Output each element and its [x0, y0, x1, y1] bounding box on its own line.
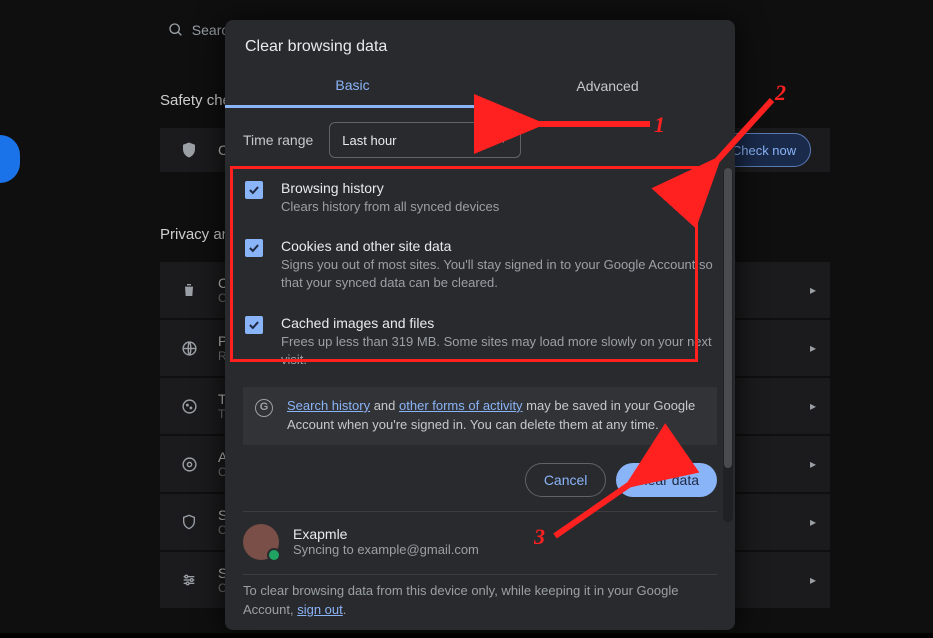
checkbox-browsing-history[interactable]	[245, 181, 263, 199]
security-icon	[178, 456, 200, 473]
option-title: Browsing history	[281, 180, 499, 196]
clear-data-button[interactable]: Clear data	[616, 463, 717, 497]
google-icon: G	[255, 399, 273, 417]
time-range-row: Time range Last hour ▼	[243, 122, 717, 158]
link-sign-out[interactable]: sign out	[297, 602, 343, 617]
clear-browsing-data-dialog: Clear browsing data Basic Advanced Time …	[225, 20, 735, 630]
chevron-down-icon: ▼	[498, 135, 508, 146]
dialog-buttons: Cancel Clear data	[225, 445, 735, 511]
link-search-history[interactable]: Search history	[287, 398, 370, 413]
chevron-right-icon: ▸	[810, 283, 816, 297]
option-cookies: Cookies and other site data Signs you ou…	[243, 230, 717, 306]
sidebar-active-indicator	[0, 135, 20, 183]
globe-icon	[178, 340, 200, 357]
dialog-body: Time range Last hour ▼ Browsing history …	[225, 108, 735, 445]
tune-icon	[178, 572, 200, 588]
account-row: Exapmle Syncing to example@gmail.com	[225, 512, 735, 574]
link-other-activity[interactable]: other forms of activity	[399, 398, 523, 413]
chevron-right-icon: ▸	[810, 399, 816, 413]
avatar	[243, 524, 279, 560]
cancel-button[interactable]: Cancel	[525, 463, 607, 497]
option-cache: Cached images and files Frees up less th…	[243, 307, 717, 383]
search-icon	[168, 22, 184, 38]
dialog-title: Clear browsing data	[225, 20, 735, 64]
time-range-label: Time range	[243, 132, 313, 148]
chevron-right-icon: ▸	[810, 573, 816, 587]
google-info-row: G Search history and other forms of acti…	[243, 387, 717, 445]
scroll-thumb[interactable]	[724, 168, 732, 468]
time-range-select[interactable]: Last hour ▼	[329, 122, 521, 158]
option-browsing-history: Browsing history Clears history from all…	[243, 172, 717, 230]
chevron-right-icon: ▸	[810, 457, 816, 471]
scrollbar[interactable]	[723, 168, 733, 522]
option-title: Cookies and other site data	[281, 238, 715, 254]
checkbox-cache[interactable]	[245, 316, 263, 334]
chevron-right-icon: ▸	[810, 515, 816, 529]
option-desc: Signs you out of most sites. You'll stay…	[281, 256, 715, 292]
dialog-tabs: Basic Advanced	[225, 64, 735, 108]
trash-icon	[178, 282, 200, 298]
shield-icon	[178, 514, 200, 530]
tab-basic[interactable]: Basic	[225, 64, 480, 108]
footer-note: To clear browsing data from this device …	[225, 575, 735, 638]
tab-advanced[interactable]: Advanced	[480, 64, 735, 108]
chevron-right-icon: ▸	[810, 341, 816, 355]
option-desc: Frees up less than 319 MB. Some sites ma…	[281, 333, 715, 369]
account-name: Exapmle	[293, 526, 479, 542]
time-range-value: Last hour	[342, 133, 396, 148]
option-desc: Clears history from all synced devices	[281, 198, 499, 216]
account-sync-status: Syncing to example@gmail.com	[293, 542, 479, 557]
option-title: Cached images and files	[281, 315, 715, 331]
checkbox-cookies[interactable]	[245, 239, 263, 257]
shield-icon	[178, 141, 200, 159]
cookie-icon	[178, 398, 200, 415]
sync-status-dot	[267, 548, 281, 562]
